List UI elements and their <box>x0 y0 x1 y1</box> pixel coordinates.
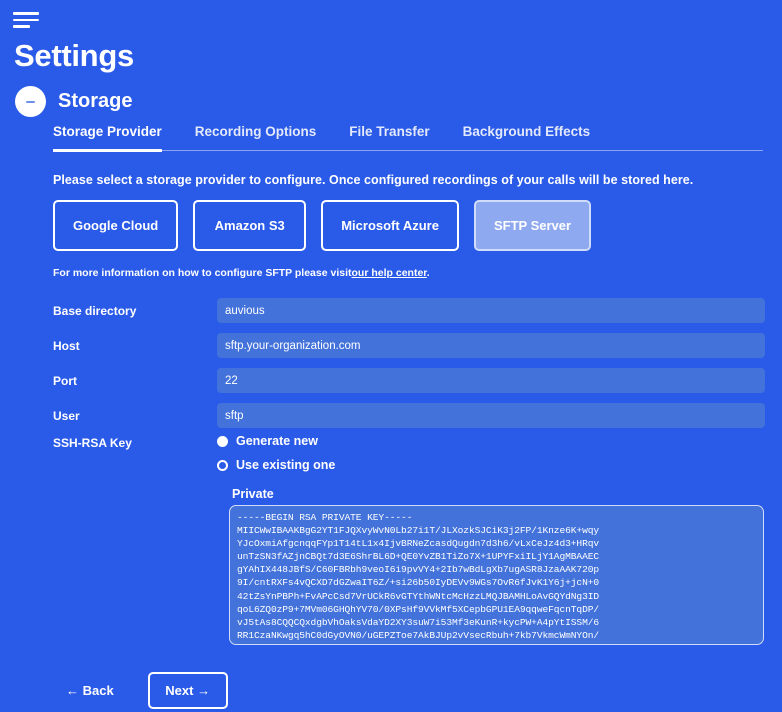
help-text-after: . <box>427 267 430 279</box>
base-directory-input[interactable] <box>217 298 765 323</box>
minus-circle-icon <box>15 86 46 117</box>
tab-file-transfer[interactable]: File Transfer <box>349 124 429 152</box>
label-user: User <box>53 409 217 423</box>
sftp-settings-form: Base directory Host Port User <box>53 298 765 438</box>
radio-use-existing-one[interactable]: Use existing one <box>217 458 335 472</box>
help-text: For more information on how to configure… <box>53 267 430 279</box>
label-base-directory: Base directory <box>53 304 217 318</box>
user-input[interactable] <box>217 403 765 428</box>
label-host: Host <box>53 339 217 353</box>
form-row-host: Host <box>53 333 765 358</box>
section-header: Storage <box>15 86 132 117</box>
ssh-key-radio-options: Generate new Use existing one <box>217 434 335 472</box>
form-row-port: Port <box>53 368 765 393</box>
radio-generate-new[interactable]: Generate new <box>217 434 335 448</box>
provider-button-google-cloud[interactable]: Google Cloud <box>53 200 178 251</box>
tab-storage-provider[interactable]: Storage Provider <box>53 124 162 152</box>
help-text-before: For more information on how to configure… <box>53 267 352 279</box>
provider-description: Please select a storage provider to conf… <box>53 173 693 187</box>
wizard-footer: ← Back Next → <box>66 672 228 709</box>
minus-glyph <box>26 101 35 103</box>
tab-background-effects[interactable]: Background Effects <box>463 124 591 152</box>
ssh-rsa-key-group: SSH-RSA Key Generate new Use existing on… <box>53 434 765 472</box>
port-input[interactable] <box>217 368 765 393</box>
page-title: Settings <box>14 38 134 74</box>
radio-generate-new-label: Generate new <box>236 434 318 448</box>
label-port: Port <box>53 374 217 388</box>
provider-button-sftp-server[interactable]: SFTP Server <box>474 200 591 251</box>
label-ssh-rsa-key: SSH-RSA Key <box>53 434 217 472</box>
provider-button-group: Google Cloud Amazon S3 Microsoft Azure S… <box>53 200 591 251</box>
radio-use-existing-one-label: Use existing one <box>236 458 335 472</box>
next-button[interactable]: Next → <box>148 672 228 709</box>
tab-recording-options[interactable]: Recording Options <box>195 124 317 152</box>
hamburger-menu-icon[interactable] <box>13 12 39 29</box>
section-title: Storage <box>58 90 132 113</box>
hamburger-line-1 <box>13 12 39 15</box>
radio-ring-icon <box>217 460 228 471</box>
hamburger-line-2 <box>13 19 39 22</box>
host-input[interactable] <box>217 333 765 358</box>
private-key-text: -----BEGIN RSA PRIVATE KEY----- MIICWwIB… <box>237 511 756 642</box>
provider-button-amazon-s3[interactable]: Amazon S3 <box>193 200 306 251</box>
help-center-link[interactable]: our help center <box>352 267 427 279</box>
private-key-textarea[interactable]: -----BEGIN RSA PRIVATE KEY----- MIICWwIB… <box>229 505 764 645</box>
hamburger-line-3 <box>13 25 30 28</box>
back-button[interactable]: ← Back <box>66 683 114 698</box>
tab-bar: Storage Provider Recording Options File … <box>53 124 763 151</box>
provider-button-microsoft-azure[interactable]: Microsoft Azure <box>321 200 459 251</box>
form-row-base-directory: Base directory <box>53 298 765 323</box>
form-row-user: User <box>53 403 765 428</box>
radio-filled-icon <box>217 436 228 447</box>
label-private-key: Private <box>232 487 274 501</box>
